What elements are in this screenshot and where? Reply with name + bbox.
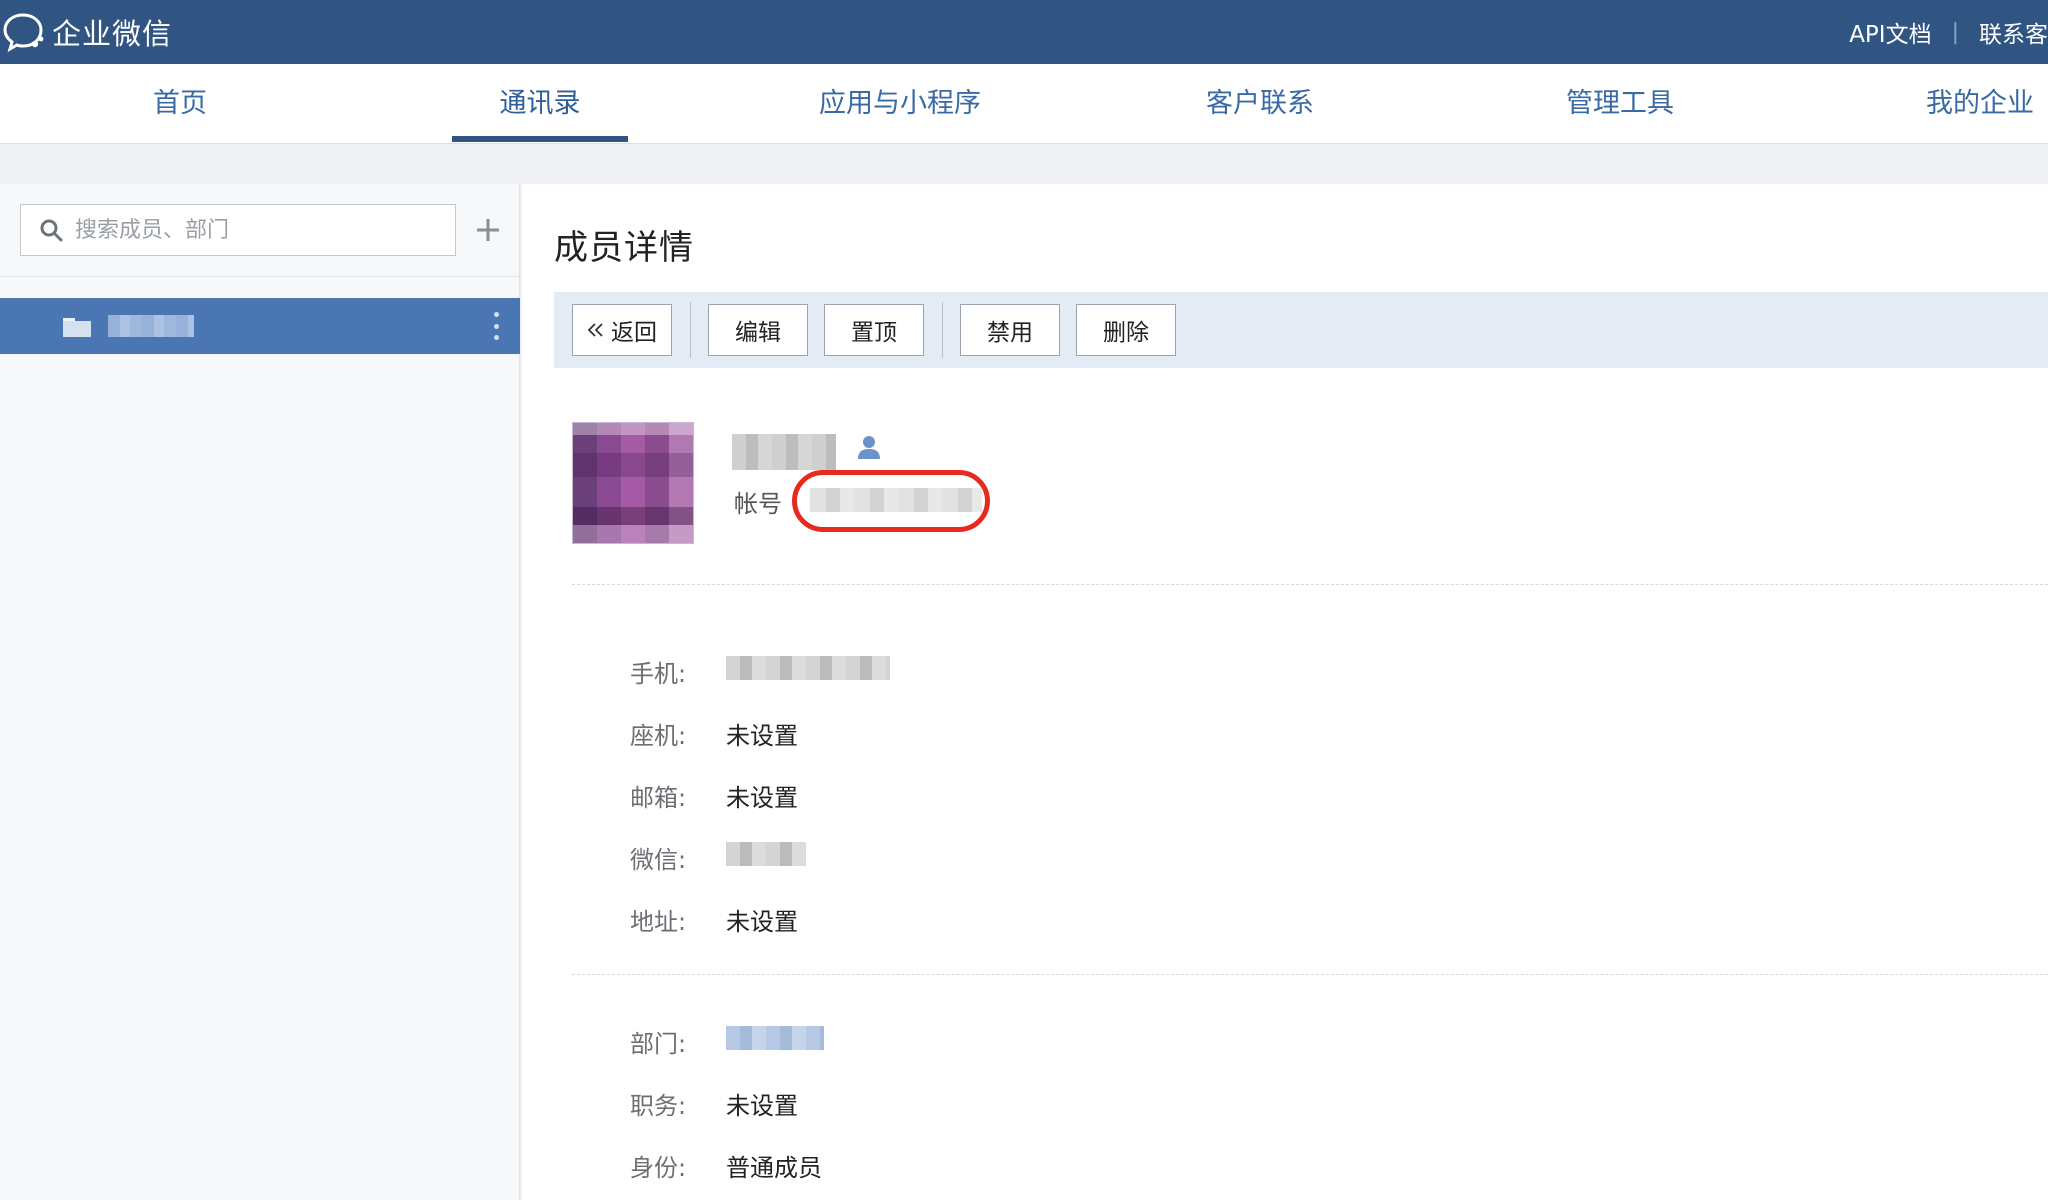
contact-support-link[interactable]: 联系客 xyxy=(1979,15,2048,49)
wechat-label: 微信: xyxy=(630,846,687,874)
chat-bubble-icon xyxy=(3,13,44,53)
phone-label: 手机: xyxy=(630,660,687,688)
email-label: 邮箱: xyxy=(630,784,687,812)
department-label: 部门: xyxy=(630,1030,687,1058)
role-label: 身份: xyxy=(630,1154,687,1182)
main-nav: 首页 通讯录 应用与小程序 客户联系 管理工具 我的企业 xyxy=(0,64,2048,144)
active-tab-indicator xyxy=(452,136,628,142)
department-name-redacted xyxy=(108,315,194,337)
search-icon xyxy=(40,219,63,242)
address-value: 未设置 xyxy=(726,908,798,936)
back-button[interactable]: 返回 xyxy=(572,304,672,356)
department-value-redacted[interactable] xyxy=(726,1026,824,1050)
sidebar xyxy=(0,184,520,1200)
tab-customer-contact[interactable]: 客户联系 xyxy=(1180,64,1340,144)
section-divider xyxy=(572,584,2048,585)
toolbar-separator xyxy=(942,302,943,358)
position-label: 职务: xyxy=(630,1092,687,1120)
top-bar: 企业微信 API文档 | 联系客 xyxy=(0,0,2048,64)
logo-text: 企业微信 xyxy=(52,17,173,51)
department-item-selected[interactable] xyxy=(0,298,520,354)
tab-home[interactable]: 首页 xyxy=(120,64,240,144)
api-docs-link[interactable]: API文档 xyxy=(1849,15,1931,49)
account-label: 帐号 xyxy=(734,490,782,518)
landline-label: 座机: xyxy=(630,722,687,750)
highlight-circle xyxy=(792,470,990,532)
plus-icon xyxy=(477,219,499,241)
search-input[interactable] xyxy=(73,216,433,244)
search-box[interactable] xyxy=(20,204,456,256)
landline-value: 未设置 xyxy=(726,722,798,750)
disable-button[interactable]: 禁用 xyxy=(960,304,1060,356)
tab-my-company[interactable]: 我的企业 xyxy=(1900,64,2048,144)
folder-icon xyxy=(63,318,91,337)
email-value: 未设置 xyxy=(726,784,798,812)
sidebar-divider xyxy=(0,276,520,277)
vertical-dots-icon[interactable] xyxy=(492,312,500,340)
avatar xyxy=(572,422,694,544)
wechat-value-redacted xyxy=(726,842,806,866)
role-value: 普通成员 xyxy=(726,1154,822,1182)
tab-apps[interactable]: 应用与小程序 xyxy=(790,64,1010,144)
toolbar-separator xyxy=(690,302,691,358)
action-toolbar: 返回 编辑 置顶 禁用 删除 xyxy=(554,292,2048,368)
pin-button[interactable]: 置顶 xyxy=(824,304,924,356)
back-button-label: 返回 xyxy=(611,320,657,346)
logo[interactable]: 企业微信 xyxy=(2,10,172,54)
page-title: 成员详情 xyxy=(554,228,694,268)
person-icon xyxy=(858,436,880,459)
top-links: API文档 | 联系客 xyxy=(1849,0,2048,64)
member-detail-panel: 成员详情 返回 编辑 置顶 禁用 删除 帐号 手机: 座机: 未设置 邮箱: 未… xyxy=(522,184,2048,1200)
member-name-redacted xyxy=(732,434,836,470)
add-button[interactable] xyxy=(470,210,506,250)
double-chevron-left-icon xyxy=(587,323,603,337)
link-separator: | xyxy=(1951,19,1959,45)
delete-button[interactable]: 删除 xyxy=(1076,304,1176,356)
position-value: 未设置 xyxy=(726,1092,798,1120)
edit-button[interactable]: 编辑 xyxy=(708,304,808,356)
address-label: 地址: xyxy=(630,908,687,936)
phone-value-redacted xyxy=(726,656,890,680)
tab-management-tools[interactable]: 管理工具 xyxy=(1540,64,1700,144)
tab-contacts[interactable]: 通讯录 xyxy=(460,64,620,144)
section-divider xyxy=(572,974,2048,975)
